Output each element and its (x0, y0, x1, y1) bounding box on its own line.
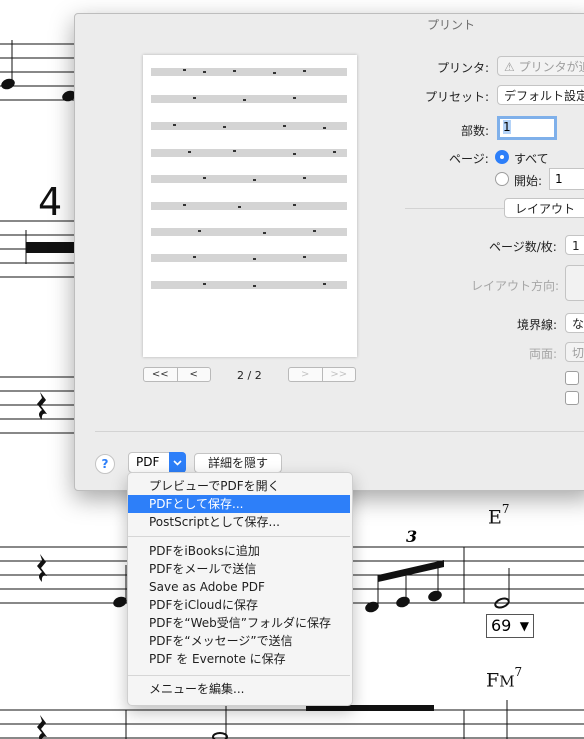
prev-page-button[interactable]: < (176, 368, 211, 381)
pages-from-radio[interactable] (495, 172, 509, 186)
pages-label: ページ: (449, 152, 489, 166)
next-page-button[interactable]: > (289, 368, 322, 381)
preset-popup[interactable]: デフォルト設定 (497, 85, 584, 105)
option-checkbox-2[interactable] (565, 391, 579, 405)
preview-nav-forward: > >> (288, 367, 356, 382)
border-label: 境界線: (517, 318, 558, 332)
preset-label: プリセット: (425, 90, 490, 104)
preview-nav-back: << < (143, 367, 211, 382)
preview-music-sheet (151, 68, 347, 289)
print-dialog: プリント << < 2 / 2 > >> プリンタ: ⚠ プリンタが追 プリセッ… (74, 13, 584, 491)
menu-separator (128, 675, 350, 676)
twosided-popup[interactable]: 切 (565, 342, 584, 362)
pdf-menu-button[interactable]: PDF (128, 452, 186, 473)
pages-from-label: 開始: (514, 174, 543, 188)
printer-popup[interactable]: ⚠ プリンタが追 (497, 56, 584, 76)
chord-e7-ext: 7 (501, 502, 510, 516)
pages-per-sheet-label: ページ数/枚: (489, 240, 557, 254)
print-preview (143, 55, 357, 357)
chevron-down-icon: ▼ (519, 619, 529, 633)
menu-item-save-postscript[interactable]: PostScriptとして保存... (128, 513, 350, 531)
tempo-value: 69 (491, 616, 512, 635)
section-popup[interactable]: レイアウト (504, 198, 584, 218)
menu-item-save-evernote[interactable]: PDF を Evernote に保存 (128, 650, 350, 668)
menu-item-save-icloud[interactable]: PDFをiCloudに保存 (128, 596, 350, 614)
twosided-label: 両面: (529, 347, 558, 361)
menu-item-edit-menu[interactable]: メニューを編集... (128, 680, 350, 698)
triplet-mark: 3 (406, 527, 418, 546)
copies-value: 1 (503, 120, 511, 134)
chord-fm7-root: F (486, 669, 500, 692)
pdf-dropdown-menu: プレビューでPDFを開く PDFとして保存... PostScriptとして保存… (127, 472, 353, 706)
menu-item-save-web-receipts[interactable]: PDFを“Web受信”フォルダに保存 (128, 614, 350, 632)
option-checkbox-1[interactable] (565, 371, 579, 385)
page-indicator: 2 / 2 (237, 369, 262, 382)
chord-fm7: FM7 (486, 665, 523, 692)
tempo-dropdown[interactable]: 69 ▼ (486, 614, 534, 638)
pdf-button-label: PDF (136, 455, 160, 469)
help-button[interactable]: ? (95, 454, 115, 474)
dialog-title: プリント (427, 18, 476, 32)
chevron-down-icon (169, 452, 186, 473)
layout-direction-label: レイアウト方向: (471, 279, 560, 293)
footer-divider (95, 431, 584, 432)
hide-details-button[interactable]: 詳細を隠す (194, 453, 282, 473)
menu-separator (128, 536, 350, 537)
menu-item-save-adobe-pdf[interactable]: Save as Adobe PDF (128, 578, 350, 596)
menu-item-open-preview[interactable]: プレビューでPDFを開く (128, 477, 350, 495)
chord-e7: E7 (488, 502, 510, 529)
layout-direction-control[interactable] (565, 265, 584, 301)
chord-e7-root: E (488, 506, 502, 529)
menu-item-mail-pdf[interactable]: PDFをメールで送信 (128, 560, 350, 578)
chord-fm7-ext: 7 (514, 665, 523, 679)
border-popup[interactable]: な (565, 313, 584, 333)
pages-all-radio[interactable] (495, 150, 509, 164)
menu-item-save-pdf[interactable]: PDFとして保存... (128, 495, 350, 513)
pages-all-label: すべて (514, 152, 549, 166)
chord-fm7-suffix: M (499, 672, 515, 691)
first-page-button[interactable]: << (144, 368, 177, 381)
copies-field[interactable]: 1 (497, 116, 557, 140)
last-page-button[interactable]: >> (321, 368, 356, 381)
pages-from-field[interactable]: 1 (549, 168, 584, 190)
measure-number: 4 (38, 180, 63, 224)
printer-label: プリンタ: (437, 61, 490, 75)
pages-per-sheet-popup[interactable]: 1 (565, 235, 584, 255)
menu-item-send-messages[interactable]: PDFを“メッセージ”で送信 (128, 632, 350, 650)
menu-item-add-ibooks[interactable]: PDFをiBooksに追加 (128, 542, 350, 560)
copies-label: 部数: (461, 124, 490, 138)
